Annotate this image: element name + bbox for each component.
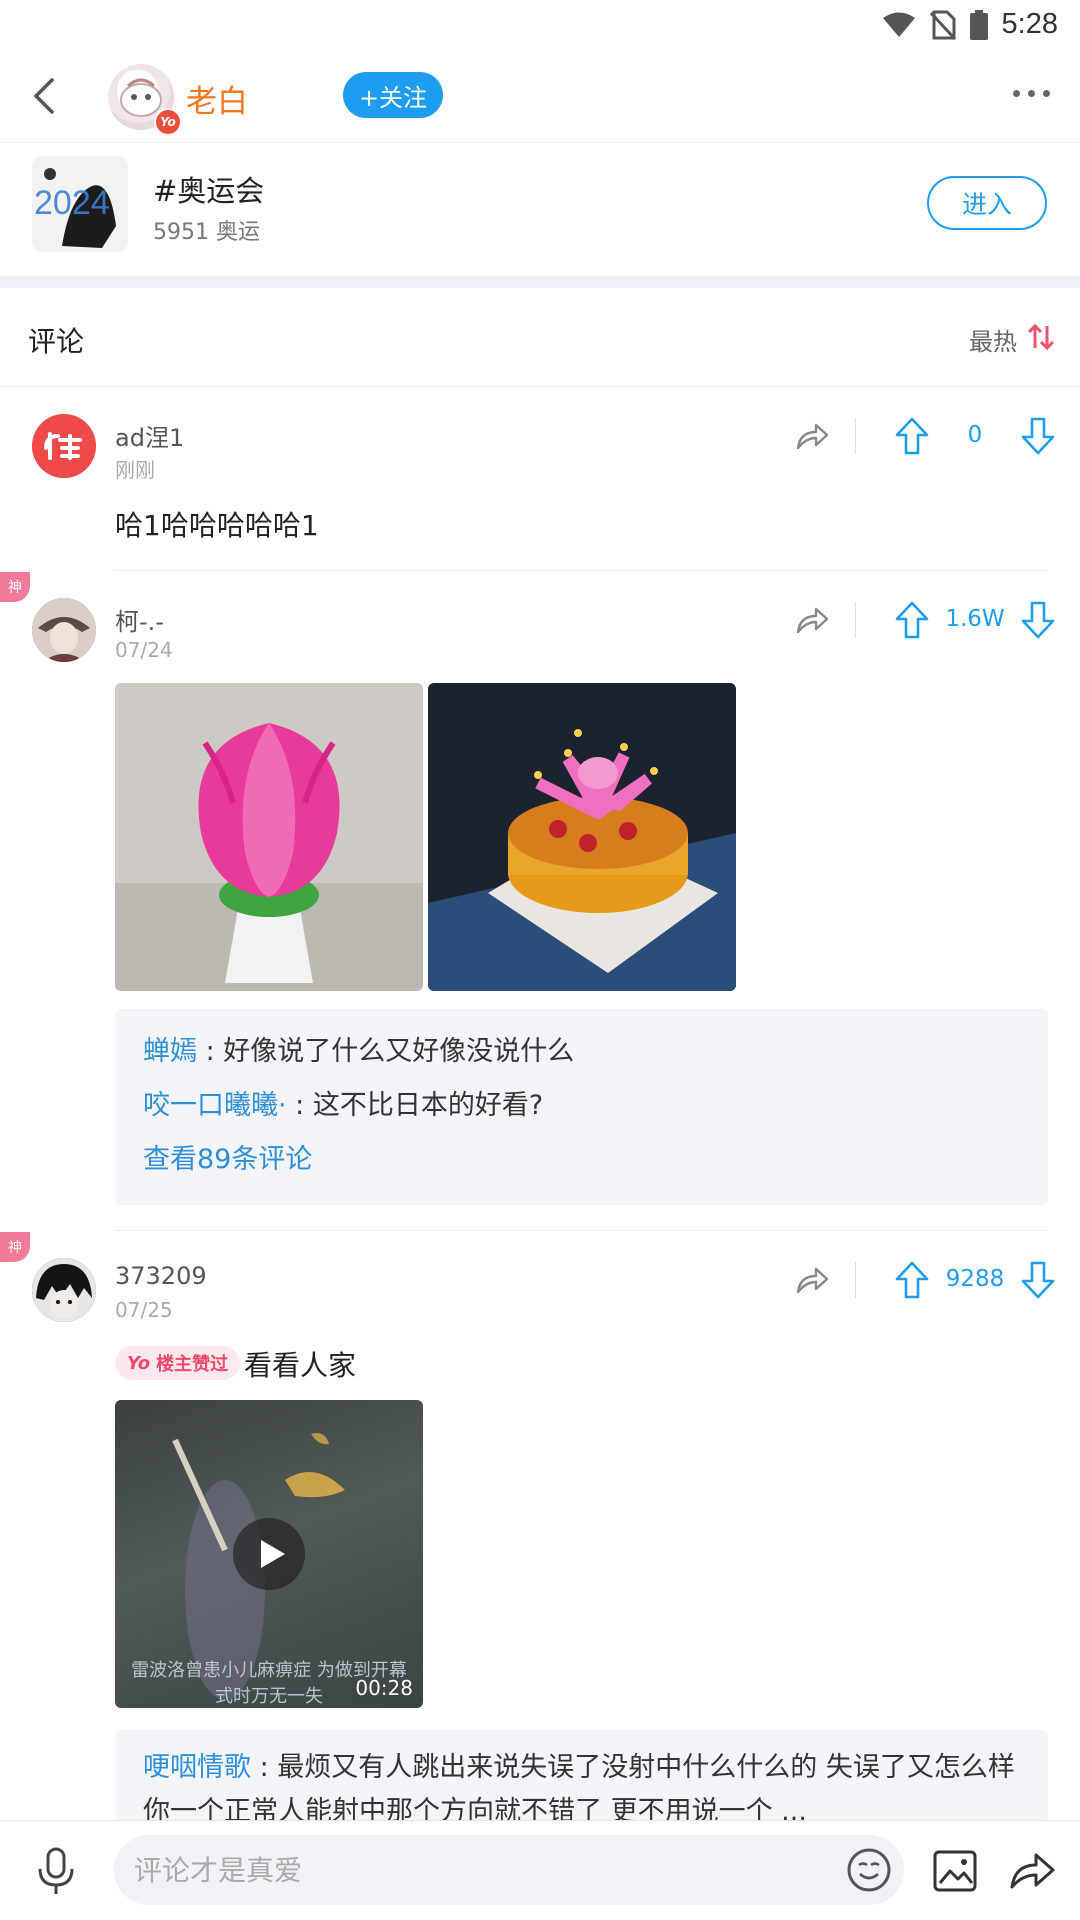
enter-topic-button[interactable]: 进入	[927, 176, 1047, 230]
comment-text: 哈1哈哈哈哈哈1	[115, 509, 319, 542]
downvote-arrow-icon[interactable]	[1020, 1260, 1056, 1300]
back-arrow-icon[interactable]	[24, 74, 68, 118]
follow-button[interactable]: +关注	[343, 72, 443, 118]
reply-text: : 这不比日本的好看?	[286, 1090, 544, 1121]
comment-actions: 0	[794, 414, 1056, 458]
comment-image-cake[interactable]	[428, 683, 736, 991]
reply-user[interactable]: 哽咽情歌	[143, 1752, 251, 1783]
comment-item: 神 373209 07/25 9288 Yo 楼主赞过 看看人家 雷波洛曾患小儿…	[0, 1232, 1080, 1822]
view-more-replies-link[interactable]: 查看89条评论	[115, 1133, 1048, 1187]
comment-author[interactable]: ad涅1	[115, 418, 184, 453]
play-icon	[261, 1540, 285, 1568]
more-options-icon[interactable]	[1013, 90, 1050, 97]
share-post-icon[interactable]	[1008, 1847, 1056, 1893]
vote-count: 0	[967, 422, 983, 448]
yo-badge: Yo	[154, 108, 182, 136]
comments-title: 评论	[28, 325, 85, 358]
wifi-icon	[882, 12, 915, 37]
comments-header: 评论 最热	[0, 288, 1080, 386]
share-icon[interactable]	[794, 418, 830, 454]
author-name[interactable]: 老白	[186, 76, 248, 121]
comment-time: 刚刚	[115, 458, 155, 482]
comment-input-wrapper	[114, 1835, 904, 1905]
comment-input-bar	[0, 1820, 1080, 1920]
reply-line: 蝉嫣 : 好像说了什么又好像没说什么	[115, 1025, 1048, 1079]
post-header: Yo 老白 +关注	[0, 50, 1080, 142]
downvote-arrow-icon[interactable]	[1020, 600, 1056, 640]
downvote-arrow-icon[interactable]	[1020, 416, 1056, 456]
comment-actions: 9288	[794, 1258, 1056, 1302]
comment-author[interactable]: 柯-.-	[115, 602, 164, 637]
action-separator	[855, 602, 856, 638]
comment-author[interactable]: 373209	[115, 1262, 207, 1290]
reply-text: : 好像说了什么又好像没说什么	[197, 1036, 575, 1067]
topic-card[interactable]: 2024 #奥运会 5951 奥运 进入	[0, 144, 1080, 276]
god-comment-badge: 神	[0, 1232, 30, 1262]
reply-text: : 最烦又有人跳出来说失误了没射中什么什么的 失误了又怎么样 你一个正常人能射中…	[143, 1752, 1015, 1822]
reply-line: 咬一口曦曦· : 这不比日本的好看?	[115, 1079, 1048, 1133]
upvote-arrow-icon[interactable]	[894, 1260, 930, 1300]
user-avatar[interactable]	[32, 414, 96, 478]
image-picker-icon[interactable]	[932, 1849, 978, 1893]
status-bar: 5:28	[0, 0, 1080, 50]
reply-user[interactable]: 蝉嫣	[143, 1036, 197, 1067]
action-separator	[855, 1262, 856, 1298]
battery-icon	[969, 9, 988, 40]
comment-item: 神 柯-.- 07/24 1.6W 蝉嫣 : 好像说了什么又好像没说什么 咬一口…	[0, 572, 1080, 1230]
god-comment-badge: 神	[0, 572, 30, 602]
divider	[115, 1230, 1048, 1231]
author-avatar[interactable]: Yo	[108, 64, 182, 136]
divider	[115, 570, 1048, 571]
share-icon[interactable]	[794, 1262, 830, 1298]
topic-thumb-year: 2024	[34, 184, 110, 222]
comment-time: 07/24	[115, 638, 173, 662]
sort-toggle-icon[interactable]	[1026, 322, 1056, 352]
section-gap	[0, 276, 1080, 288]
video-duration: 00:28	[355, 1676, 413, 1700]
op-praised-label: 楼主赞过	[156, 1354, 229, 1375]
user-avatar[interactable]	[32, 1258, 96, 1322]
reply-preview[interactable]: 蝉嫣 : 好像说了什么又好像没说什么 咬一口曦曦· : 这不比日本的好看? 查看…	[115, 1009, 1048, 1205]
comment-item: ad涅1 刚刚 0 哈1哈哈哈哈哈1	[0, 386, 1080, 572]
anime-avatar-icon	[32, 598, 96, 662]
app-logo-icon	[32, 414, 96, 478]
reply-preview[interactable]: 哽咽情歌 : 最烦又有人跳出来说失误了没射中什么什么的 失误了又怎么样 你一个正…	[115, 1730, 1048, 1822]
comment-video[interactable]: 雷波洛曾患小儿麻痹症 为做到开幕式时万无一失 00:28	[115, 1400, 423, 1708]
comment-time: 07/25	[115, 1298, 173, 1322]
clock: 5:28	[1001, 8, 1058, 40]
op-praised-tag: Yo 楼主赞过	[115, 1346, 241, 1380]
comment-input[interactable]	[114, 1835, 794, 1905]
sort-label[interactable]: 最热	[969, 322, 1017, 357]
vote-count: 9288	[945, 1266, 1005, 1292]
vote-count: 1.6W	[945, 606, 1005, 632]
yo-logo: Yo	[127, 1352, 151, 1374]
upvote-arrow-icon[interactable]	[894, 600, 930, 640]
user-avatar[interactable]	[32, 598, 96, 662]
topic-title: #奥运会	[153, 174, 265, 208]
comment-text: 看看人家	[244, 1349, 357, 1382]
comment-image-lotus-candle[interactable]	[115, 683, 423, 991]
anime-avatar-icon	[32, 1258, 96, 1322]
topic-subtitle: 5951 奥运	[153, 220, 260, 245]
comment-actions: 1.6W	[794, 598, 1056, 642]
emoji-icon[interactable]	[846, 1847, 892, 1893]
reply-user[interactable]: 咬一口曦曦·	[143, 1090, 287, 1121]
no-sim-icon	[929, 10, 956, 40]
upvote-arrow-icon[interactable]	[894, 416, 930, 456]
microphone-icon[interactable]	[36, 1847, 76, 1897]
divider	[0, 142, 1080, 143]
topic-thumbnail: 2024	[32, 156, 128, 252]
reply-line: 哽咽情歌 : 最烦又有人跳出来说失误了没射中什么什么的 失误了又怎么样 你一个正…	[115, 1746, 1048, 1822]
action-separator	[855, 418, 856, 454]
play-button[interactable]	[233, 1518, 305, 1590]
share-icon[interactable]	[794, 602, 830, 638]
